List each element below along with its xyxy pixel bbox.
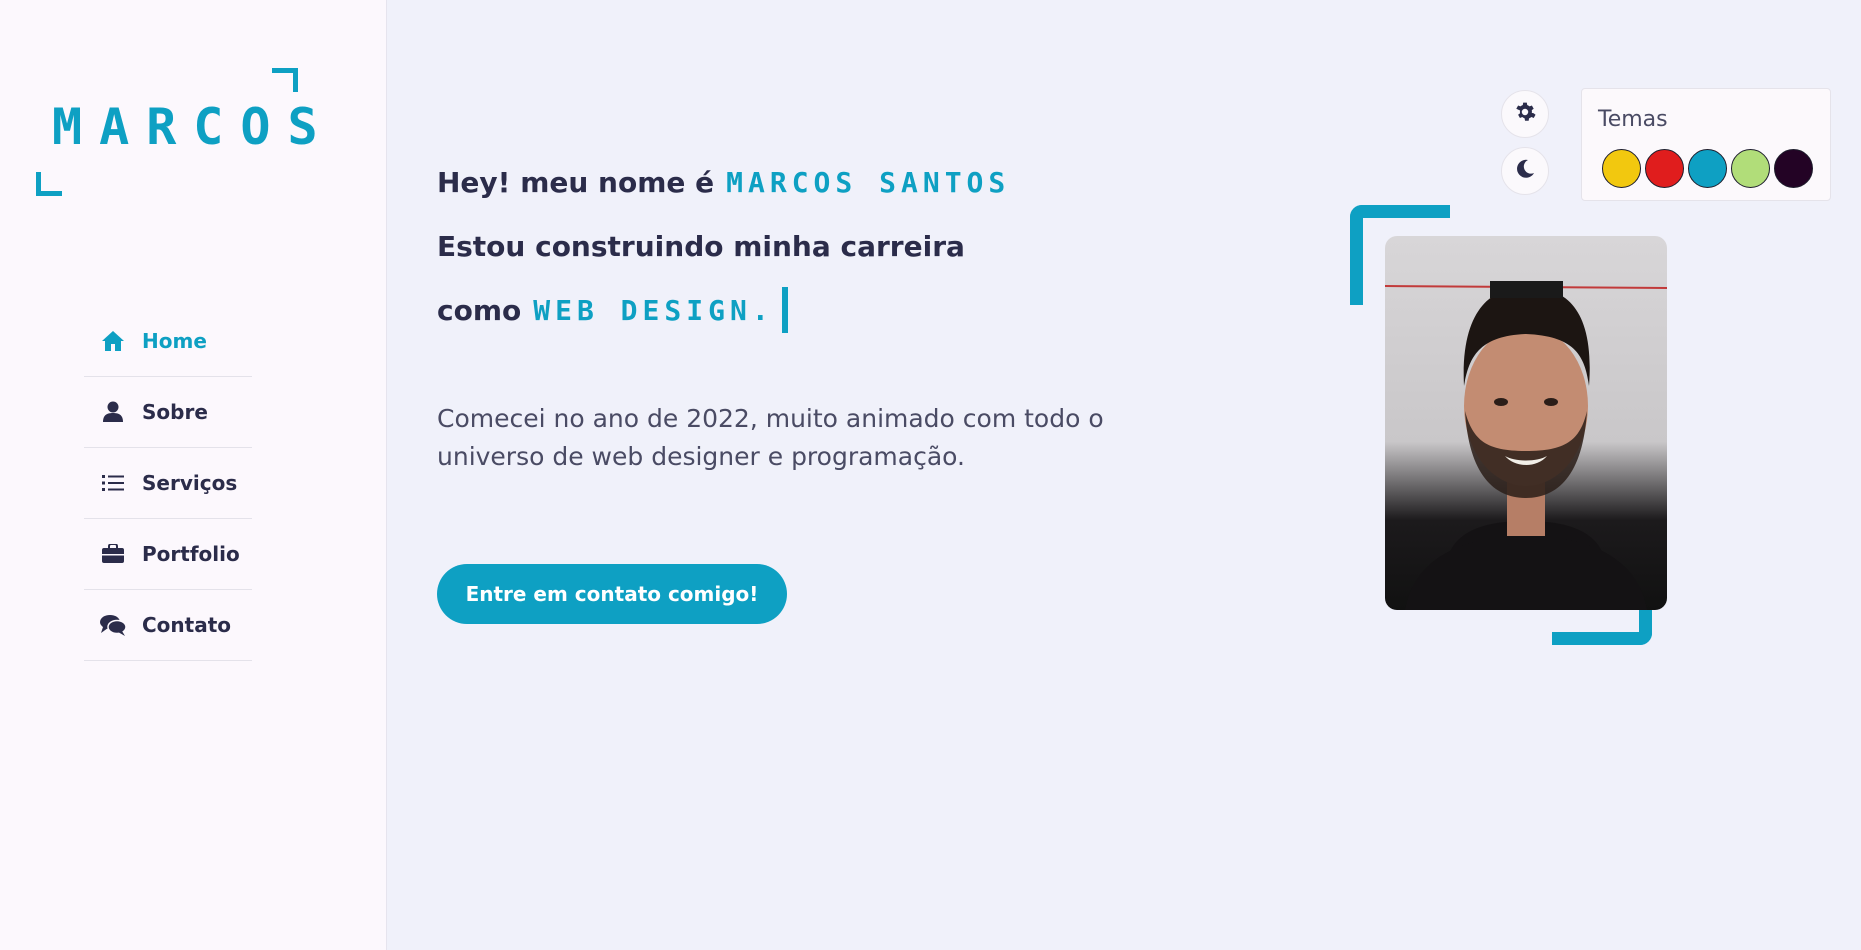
nav-label-sobre: Sobre (142, 400, 208, 424)
home-icon (100, 328, 126, 354)
hero-role: WEB DESIGN. (533, 293, 774, 327)
main-nav: Home Sobre Serviços Portfolio Contato (84, 306, 252, 661)
nav-label-home: Home (142, 329, 207, 353)
nav-label-contato: Contato (142, 613, 232, 637)
nav-item-sobre[interactable]: Sobre (84, 377, 252, 448)
hero-como: como (437, 293, 522, 327)
hero-description: Comecei no ano de 2022, muito animado co… (437, 404, 1104, 471)
briefcase-icon (100, 541, 126, 567)
hero-career: Estou construindo minha carreira (437, 229, 965, 263)
dark-mode-toggle[interactable] (1501, 147, 1549, 195)
gear-icon (1514, 101, 1536, 128)
hero-line-3: como WEB DESIGN. (437, 278, 1237, 342)
nav-item-contato[interactable]: Contato (84, 590, 252, 661)
nav-item-home[interactable]: Home (84, 306, 252, 377)
nav-label-portfolio: Portfolio (142, 542, 240, 566)
nav-label-servicos: Serviços (142, 471, 238, 495)
theme-swatch-2[interactable] (1688, 149, 1727, 188)
settings-button[interactable] (1501, 90, 1549, 138)
typing-cursor (781, 287, 788, 333)
user-icon (100, 399, 126, 425)
list-icon (100, 470, 126, 496)
hero-heading: Hey! meu nome é MARCOS SANTOS Estou cons… (437, 150, 1237, 342)
moon-icon (1515, 159, 1535, 184)
hero-line-1: Hey! meu nome é MARCOS SANTOS (437, 150, 1237, 214)
hero-greeting: Hey! meu nome é (437, 165, 715, 199)
logo-corner-top-right (272, 68, 298, 92)
contact-button[interactable]: Entre em contato comigo! (437, 564, 787, 624)
logo-text: MARCOS (52, 98, 335, 156)
hero-name: MARCOS SANTOS (726, 165, 1011, 199)
logo[interactable]: MARCOS (36, 68, 336, 196)
sidebar: MARCOS Home Sobre Serviços Portfolio Con… (0, 0, 387, 950)
chat-icon (100, 612, 126, 638)
theme-swatch-3[interactable] (1731, 149, 1770, 188)
hero-line-2: Estou construindo minha carreira (437, 214, 1237, 278)
profile-photo (1385, 236, 1667, 610)
theme-swatch-0[interactable] (1602, 149, 1641, 188)
theme-swatch-4[interactable] (1774, 149, 1813, 188)
nav-item-portfolio[interactable]: Portfolio (84, 519, 252, 590)
theme-swatches (1602, 149, 1813, 188)
theme-swatch-1[interactable] (1645, 149, 1684, 188)
theme-panel-title: Temas (1598, 107, 1668, 132)
nav-item-servicos[interactable]: Serviços (84, 448, 252, 519)
logo-corner-bottom-left (36, 172, 62, 196)
theme-panel: Temas (1581, 88, 1831, 201)
